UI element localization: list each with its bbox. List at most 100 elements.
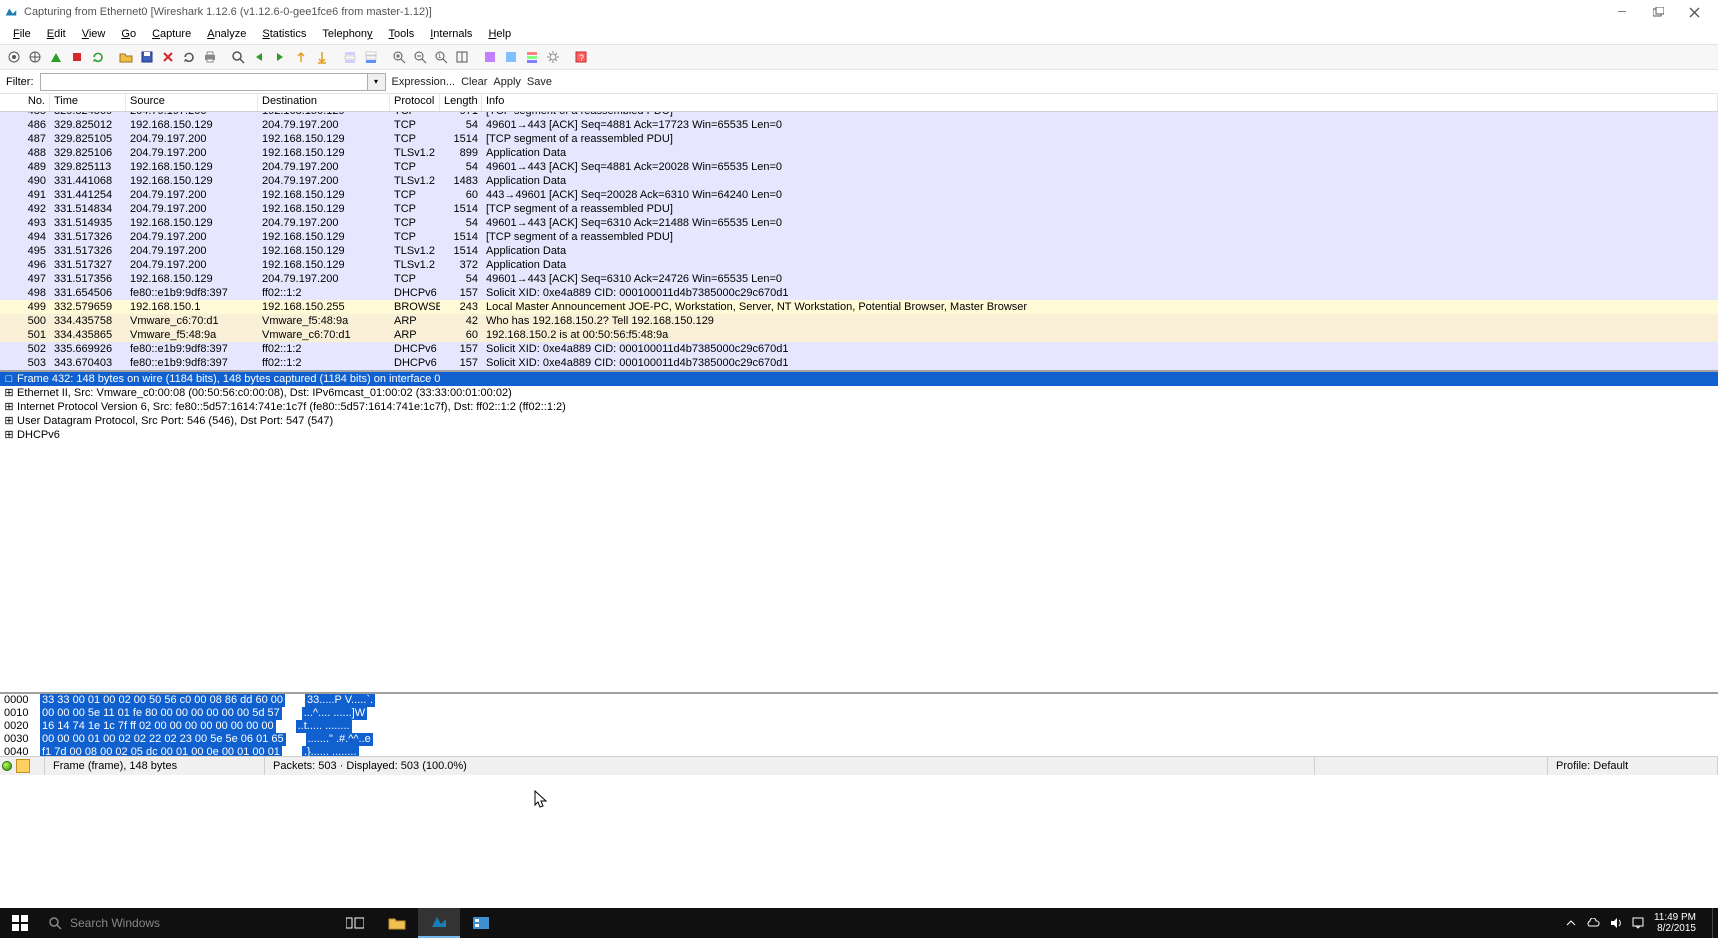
- start-button[interactable]: [0, 908, 40, 938]
- volume-icon[interactable]: [1610, 917, 1622, 929]
- menu-internals[interactable]: Internals: [423, 26, 479, 42]
- zoom-reset-icon[interactable]: 1: [431, 47, 451, 67]
- go-to-packet-icon[interactable]: [291, 47, 311, 67]
- stop-capture-icon[interactable]: [67, 47, 87, 67]
- apply-button[interactable]: Apply: [493, 76, 521, 88]
- close-button[interactable]: [1688, 6, 1700, 18]
- packet-row[interactable]: 494331.517326204.79.197.200192.168.150.1…: [0, 230, 1718, 244]
- packet-row[interactable]: 502335.669926fe80::e1b9:9df8:397ff02::1:…: [0, 342, 1718, 356]
- hex-pane[interactable]: 000033 33 00 01 00 02 00 50 56 c0 00 08 …: [0, 692, 1718, 756]
- save-icon[interactable]: [137, 47, 157, 67]
- expression-button[interactable]: Expression...: [392, 76, 456, 88]
- clear-button[interactable]: Clear: [461, 76, 487, 88]
- resize-columns-icon[interactable]: [452, 47, 472, 67]
- packet-details[interactable]: □ Frame 432: 148 bytes on wire (1184 bit…: [0, 370, 1718, 692]
- taskbar-search[interactable]: Search Windows: [40, 908, 330, 938]
- reload-icon[interactable]: [179, 47, 199, 67]
- detail-line[interactable]: ⊞ Internet Protocol Version 6, Src: fe80…: [0, 400, 1718, 414]
- zoom-out-icon[interactable]: [410, 47, 430, 67]
- start-capture-icon[interactable]: [46, 47, 66, 67]
- col-header-destination[interactable]: Destination: [258, 94, 390, 111]
- packet-row[interactable]: 486329.825012192.168.150.129204.79.197.2…: [0, 118, 1718, 132]
- menu-go[interactable]: Go: [114, 26, 143, 42]
- col-header-info[interactable]: Info: [482, 94, 1718, 111]
- save-button[interactable]: Save: [527, 76, 552, 88]
- expert-info-icon[interactable]: [16, 759, 30, 773]
- find-icon[interactable]: [228, 47, 248, 67]
- menu-telephony[interactable]: Telephony: [315, 26, 379, 42]
- packet-row[interactable]: 496331.517327204.79.197.200192.168.150.1…: [0, 258, 1718, 272]
- print-icon[interactable]: [200, 47, 220, 67]
- go-back-icon[interactable]: [249, 47, 269, 67]
- system-tray: 11:49 PM 8/2/2015: [1566, 908, 1718, 938]
- packet-list[interactable]: 485329.824869204.79.197.200192.168.150.1…: [0, 112, 1718, 370]
- autoscroll-icon[interactable]: [361, 47, 381, 67]
- hex-row[interactable]: 001000 00 00 5e 11 01 fe 80 00 00 00 00 …: [0, 707, 1718, 720]
- packet-row[interactable]: 501334.435865Vmware_f5:48:9aVmware_c6:70…: [0, 328, 1718, 342]
- task-view-icon[interactable]: [334, 908, 376, 938]
- menu-file[interactable]: File: [6, 26, 38, 42]
- col-header-length[interactable]: Length: [440, 94, 482, 111]
- status-profile[interactable]: Profile: Default: [1548, 757, 1718, 775]
- packet-row[interactable]: 500334.435758Vmware_c6:70:d1Vmware_f5:48…: [0, 314, 1718, 328]
- detail-line[interactable]: ⊞ User Datagram Protocol, Src Port: 546 …: [0, 414, 1718, 428]
- help-icon[interactable]: ?: [571, 47, 591, 67]
- show-desktop-button[interactable]: [1712, 908, 1716, 938]
- minimize-button[interactable]: ─: [1616, 6, 1628, 18]
- coloring-rules-icon[interactable]: [522, 47, 542, 67]
- packet-row[interactable]: 495331.517326204.79.197.200192.168.150.1…: [0, 244, 1718, 258]
- hex-row[interactable]: 000033 33 00 01 00 02 00 50 56 c0 00 08 …: [0, 694, 1718, 707]
- options-icon[interactable]: [25, 47, 45, 67]
- packet-list-header: No. Time Source Destination Protocol Len…: [0, 94, 1718, 112]
- menu-analyze[interactable]: Analyze: [200, 26, 253, 42]
- go-first-icon[interactable]: [312, 47, 332, 67]
- hex-row[interactable]: 002016 14 74 1e 1c 7f ff 02 00 00 00 00 …: [0, 720, 1718, 733]
- packet-row[interactable]: 488329.825106204.79.197.200192.168.150.1…: [0, 146, 1718, 160]
- col-header-no[interactable]: No.: [0, 94, 50, 111]
- detail-line[interactable]: □ Frame 432: 148 bytes on wire (1184 bit…: [0, 372, 1718, 386]
- packet-row[interactable]: 503343.670403fe80::e1b9:9df8:397ff02::1:…: [0, 356, 1718, 370]
- detail-line[interactable]: ⊞ DHCPv6: [0, 428, 1718, 442]
- onedrive-icon[interactable]: [1586, 918, 1600, 928]
- packet-row[interactable]: 492331.514834204.79.197.200192.168.150.1…: [0, 202, 1718, 216]
- display-filters-icon[interactable]: [501, 47, 521, 67]
- preferences-icon[interactable]: [543, 47, 563, 67]
- wireshark-taskbar-icon[interactable]: [418, 908, 460, 938]
- explorer-icon[interactable]: [376, 908, 418, 938]
- packet-row[interactable]: 490331.441068192.168.150.129204.79.197.2…: [0, 174, 1718, 188]
- packet-row[interactable]: 497331.517356192.168.150.129204.79.197.2…: [0, 272, 1718, 286]
- menu-help[interactable]: Help: [481, 26, 518, 42]
- packet-row[interactable]: 487329.825105204.79.197.200192.168.150.1…: [0, 132, 1718, 146]
- menu-edit[interactable]: Edit: [40, 26, 73, 42]
- menu-capture[interactable]: Capture: [145, 26, 198, 42]
- taskbar-clock[interactable]: 11:49 PM 8/2/2015: [1654, 912, 1702, 934]
- settings-taskbar-icon[interactable]: [460, 908, 502, 938]
- hex-row[interactable]: 003000 00 00 01 00 02 02 22 02 23 00 5e …: [0, 733, 1718, 746]
- tray-chevron-icon[interactable]: [1566, 918, 1576, 928]
- menu-statistics[interactable]: Statistics: [255, 26, 313, 42]
- packet-row[interactable]: 491331.441254204.79.197.200192.168.150.1…: [0, 188, 1718, 202]
- notifications-icon[interactable]: [1632, 917, 1644, 929]
- go-forward-icon[interactable]: [270, 47, 290, 67]
- col-header-time[interactable]: Time: [50, 94, 126, 111]
- close-file-icon[interactable]: [158, 47, 178, 67]
- packet-row[interactable]: 493331.514935192.168.150.129204.79.197.2…: [0, 216, 1718, 230]
- open-icon[interactable]: [116, 47, 136, 67]
- colorize-icon[interactable]: [340, 47, 360, 67]
- interfaces-icon[interactable]: [4, 47, 24, 67]
- maximize-button[interactable]: [1652, 6, 1664, 18]
- col-header-protocol[interactable]: Protocol: [390, 94, 440, 111]
- menu-tools[interactable]: Tools: [382, 26, 422, 42]
- capture-filters-icon[interactable]: [480, 47, 500, 67]
- filter-dropdown-icon[interactable]: ▾: [368, 73, 386, 91]
- packet-row[interactable]: 499332.579659192.168.150.1192.168.150.25…: [0, 300, 1718, 314]
- menu-view[interactable]: View: [75, 26, 113, 42]
- detail-line[interactable]: ⊞ Ethernet II, Src: Vmware_c0:00:08 (00:…: [0, 386, 1718, 400]
- hex-row[interactable]: 0040f1 7d 00 08 00 02 05 dc 00 01 00 0e …: [0, 746, 1718, 756]
- filter-input[interactable]: [40, 73, 368, 91]
- packet-row[interactable]: 489329.825113192.168.150.129204.79.197.2…: [0, 160, 1718, 174]
- restart-capture-icon[interactable]: [88, 47, 108, 67]
- col-header-source[interactable]: Source: [126, 94, 258, 111]
- packet-row[interactable]: 498331.654506fe80::e1b9:9df8:397ff02::1:…: [0, 286, 1718, 300]
- zoom-in-icon[interactable]: [389, 47, 409, 67]
